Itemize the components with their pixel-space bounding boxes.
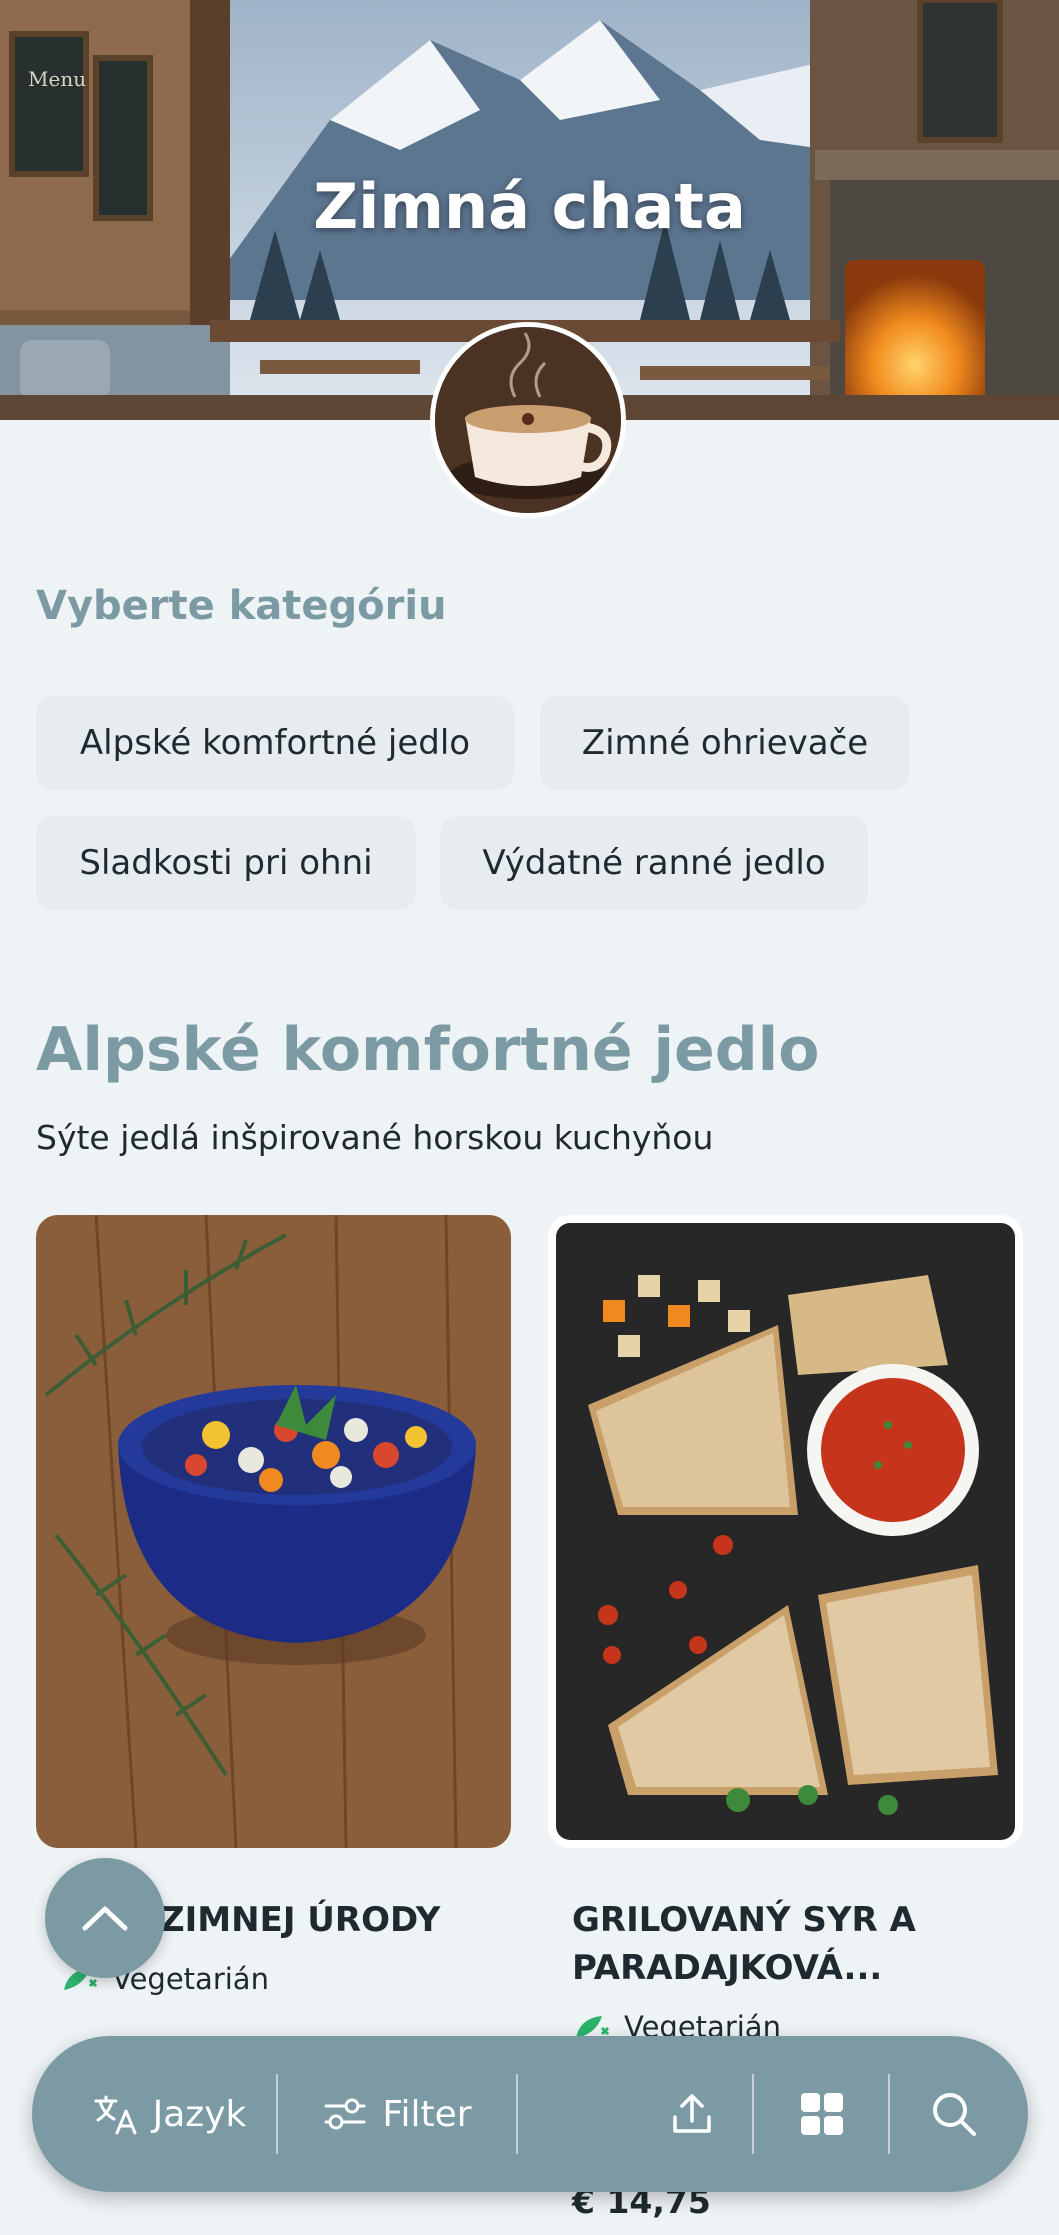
toolbar-divider bbox=[276, 2074, 278, 2154]
coffee-cup-icon bbox=[435, 327, 621, 513]
language-label: Jazyk bbox=[152, 2093, 247, 2135]
share-icon bbox=[673, 2094, 711, 2133]
menu-item-name: GRILOVANÝ SYR A PARADAJKOVÁ... bbox=[572, 1900, 916, 1988]
filter-button[interactable]: Filter bbox=[282, 2036, 512, 2192]
toolbar-divider bbox=[888, 2074, 890, 2154]
menu-item-name: ZIMNEJ ÚRODY bbox=[160, 1900, 441, 1940]
menu-item-image[interactable] bbox=[548, 1215, 1023, 1848]
chevron-up-icon bbox=[82, 1906, 128, 1931]
category-description: Sýte jedlá inšpirované horskou kuchyňou bbox=[36, 1118, 714, 1157]
category-chip-alpine[interactable]: Alpské komfortné jedlo bbox=[36, 696, 514, 790]
restaurant-title: Zimná chata bbox=[313, 170, 746, 243]
search-icon bbox=[933, 2093, 976, 2136]
search-button[interactable] bbox=[894, 2036, 1014, 2192]
restaurant-logo bbox=[430, 322, 626, 518]
category-chip-winter-warmers[interactable]: Zimné ohrievače bbox=[540, 696, 910, 790]
toolbar-divider bbox=[752, 2074, 754, 2154]
filter-icon bbox=[324, 2098, 366, 2130]
svg-text:Menu: Menu bbox=[28, 67, 86, 91]
translate-icon bbox=[94, 2095, 137, 2135]
grid-view-button[interactable] bbox=[758, 2036, 886, 2192]
category-chip-fireside-sweets[interactable]: Sladkosti pri ohni bbox=[36, 816, 416, 910]
toolbar-divider bbox=[516, 2074, 518, 2154]
share-button[interactable] bbox=[632, 2036, 752, 2192]
category-chip-breakfast[interactable]: Výdatné ranné jedlo bbox=[440, 816, 868, 910]
filter-label: Filter bbox=[382, 2093, 472, 2135]
menu-item-image[interactable] bbox=[36, 1215, 511, 1848]
category-title: Alpské komfortné jedlo bbox=[36, 1015, 820, 1085]
scroll-to-top-button[interactable] bbox=[45, 1858, 165, 1978]
grid-icon bbox=[801, 2093, 843, 2135]
language-button[interactable]: Jazyk bbox=[62, 2036, 277, 2192]
categories-heading: Vyberte kategóriu bbox=[36, 583, 447, 629]
bottom-toolbar: Jazyk Filter bbox=[32, 2036, 1028, 2192]
